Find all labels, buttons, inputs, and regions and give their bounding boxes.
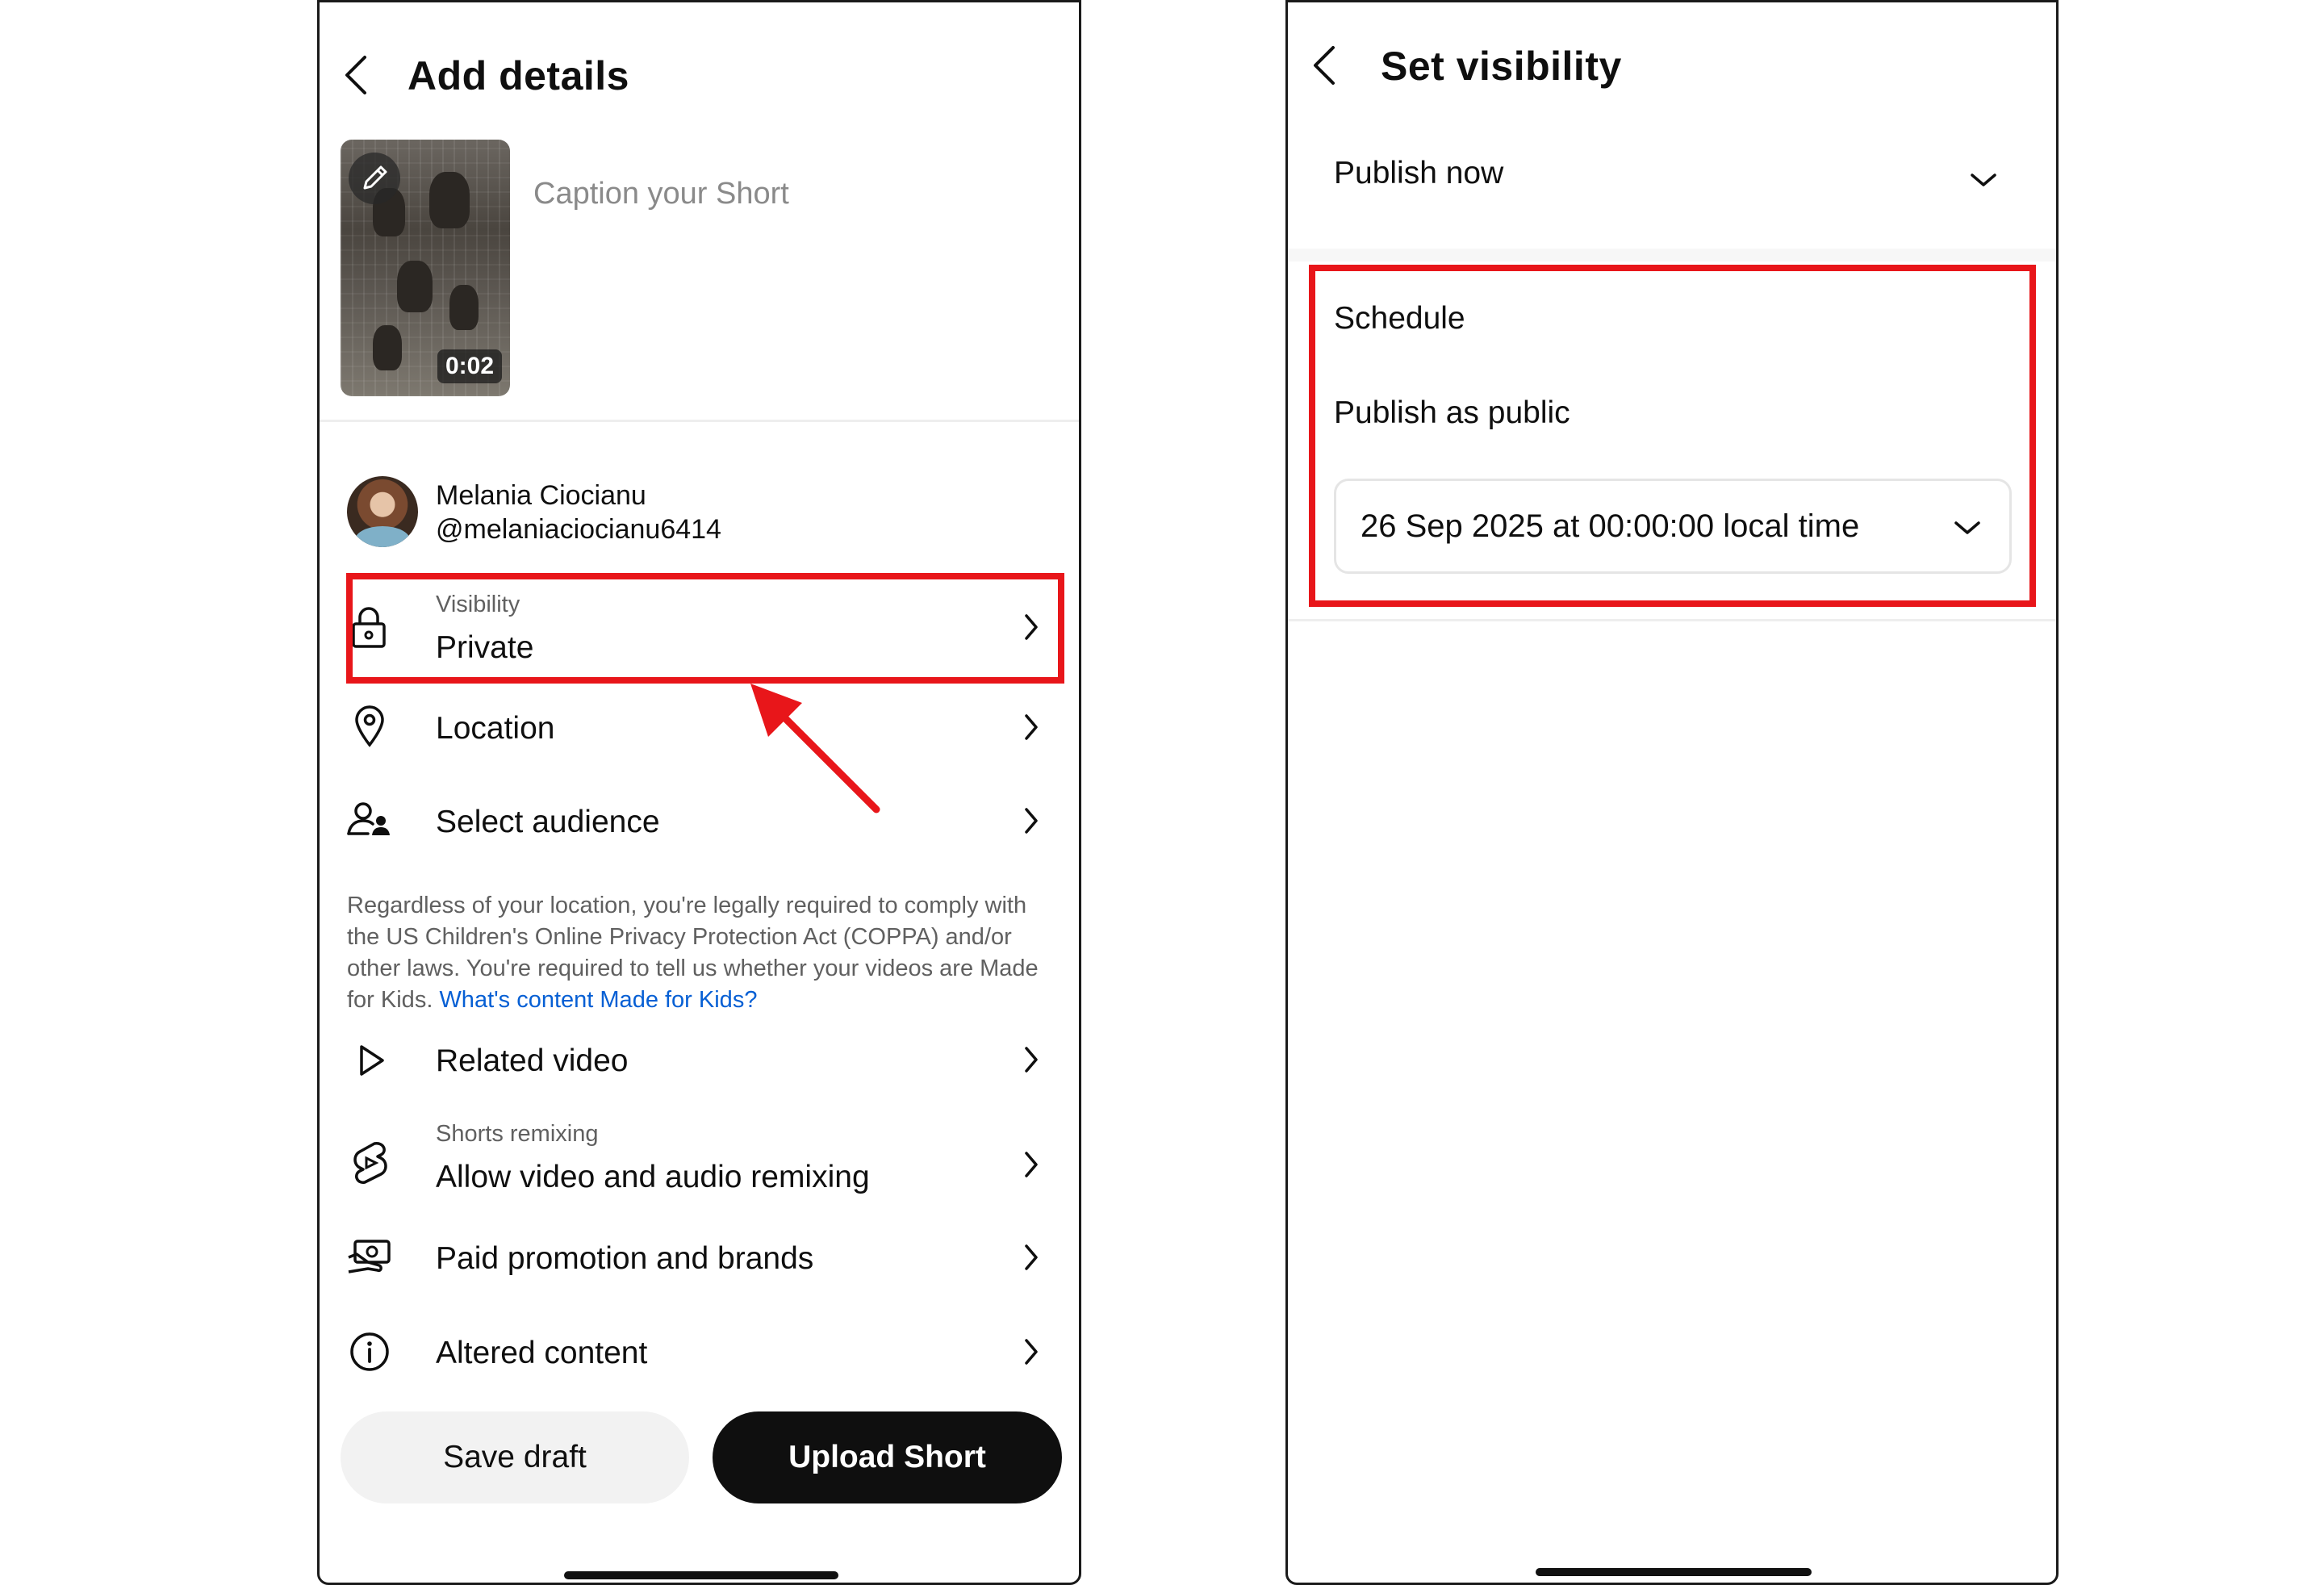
altered-content-row[interactable]: Altered content — [347, 1321, 1057, 1386]
home-indicator — [564, 1571, 838, 1579]
shorts-remix-icon — [350, 1140, 391, 1186]
home-indicator — [1536, 1568, 1812, 1576]
divider — [320, 420, 1079, 422]
publish-option-value: Publish now — [1334, 156, 1504, 190]
avatar — [347, 476, 418, 547]
add-details-screen: Add details 0:02 Caption your Short Mela… — [317, 0, 1081, 1585]
publish-option-dropdown[interactable]: Publish now — [1288, 140, 2056, 236]
info-icon — [349, 1331, 391, 1373]
select-audience-row[interactable]: Select audience — [347, 790, 1057, 855]
video-duration: 0:02 — [437, 349, 502, 383]
pencil-icon — [363, 165, 387, 190]
shorts-remixing-row[interactable]: Shorts remixing Allow video and audio re… — [347, 1116, 1057, 1205]
shorts-remixing-label: Shorts remixing — [436, 1121, 599, 1147]
page-title: Add details — [408, 53, 629, 98]
schedule-highlight-box — [1309, 265, 2036, 607]
save-draft-button[interactable]: Save draft — [341, 1411, 689, 1503]
page-title: Set visibility — [1381, 44, 1622, 89]
chevron-down-icon — [1967, 170, 2000, 190]
audience-icon — [347, 800, 392, 839]
made-for-kids-link[interactable]: What's content Made for Kids? — [439, 987, 757, 1013]
location-pin-icon — [353, 705, 386, 748]
play-icon — [358, 1043, 386, 1077]
caption-input[interactable]: Caption your Short — [533, 177, 789, 211]
chevron-right-icon — [1022, 1336, 1041, 1368]
location-label: Location — [436, 711, 555, 746]
back-button[interactable] — [341, 52, 373, 98]
back-button[interactable] — [1309, 43, 1341, 88]
chevron-right-icon — [1022, 1043, 1041, 1076]
visibility-highlight-box — [346, 573, 1064, 684]
chevron-left-icon — [345, 56, 366, 94]
divider — [1288, 619, 2056, 621]
account-name: Melania Ciocianu — [436, 480, 646, 511]
edit-thumbnail-button[interactable] — [349, 153, 400, 204]
account-handle: @melaniaciocianu6414 — [436, 514, 721, 545]
chevron-right-icon — [1022, 1148, 1041, 1181]
location-row[interactable]: Location — [347, 696, 1057, 761]
coppa-note: Regardless of your location, you're lega… — [347, 890, 1041, 1016]
shorts-remixing-value: Allow video and audio remixing — [436, 1160, 870, 1194]
related-video-label: Related video — [436, 1043, 629, 1078]
altered-content-label: Altered content — [436, 1336, 648, 1370]
paid-promotion-icon — [347, 1238, 392, 1275]
chevron-right-icon — [1022, 711, 1041, 743]
video-thumbnail[interactable]: 0:02 — [341, 140, 510, 396]
set-visibility-screen: Set visibility Publish now Schedule Publ… — [1285, 0, 2059, 1585]
upload-short-button[interactable]: Upload Short — [713, 1411, 1062, 1503]
chevron-right-icon — [1022, 805, 1041, 837]
section-gap — [1288, 249, 2056, 261]
select-audience-label: Select audience — [436, 805, 660, 839]
chevron-left-icon — [1314, 46, 1335, 85]
related-video-row[interactable]: Related video — [347, 1029, 1057, 1094]
chevron-right-icon — [1022, 1241, 1041, 1273]
paid-promotion-label: Paid promotion and brands — [436, 1241, 814, 1276]
paid-promotion-row[interactable]: Paid promotion and brands — [347, 1227, 1057, 1291]
